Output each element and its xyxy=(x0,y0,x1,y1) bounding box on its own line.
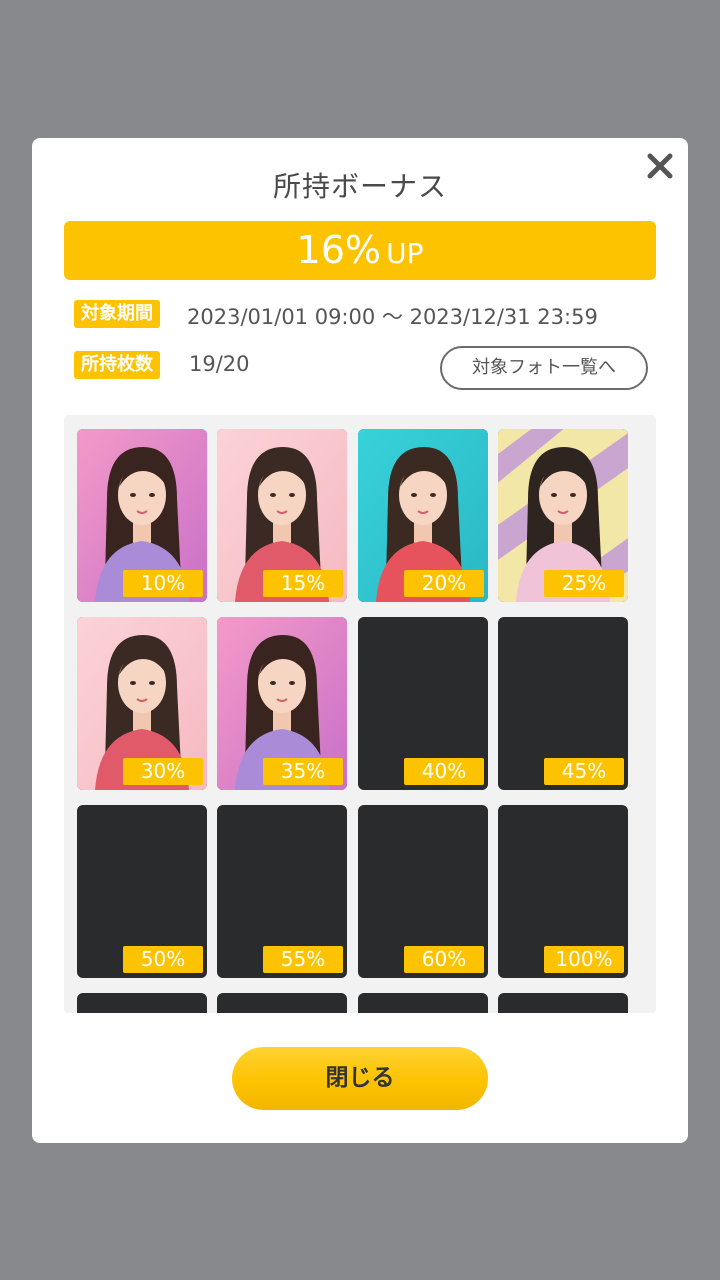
locked-photo-card[interactable] xyxy=(358,993,488,1013)
bonus-badge: 15% xyxy=(263,570,343,597)
bonus-total-bar: 16% UP xyxy=(64,221,656,280)
locked-photo-card[interactable]: 60% xyxy=(358,805,488,978)
period-label: 対象期間 xyxy=(74,300,160,328)
bonus-percent: 16% xyxy=(296,228,381,272)
bonus-badge: 55% xyxy=(263,946,343,973)
period-value: 2023/01/01 09:00 ～ 2023/12/31 23:59 xyxy=(187,305,598,329)
photo-card[interactable]: 20% xyxy=(358,429,488,602)
dialog-title: 所持ボーナス xyxy=(272,170,447,203)
locked-photo-card[interactable]: 55% xyxy=(217,805,347,978)
bonus-dialog: 所持ボーナス 16% UP 対象期間 2023/01/01 09:00 ～ 20… xyxy=(32,138,688,1143)
photo-card[interactable]: 30% xyxy=(77,617,207,790)
bonus-badge: 20% xyxy=(404,570,484,597)
bonus-badge: 45% xyxy=(544,758,624,785)
locked-photo-card[interactable]: 45% xyxy=(498,617,628,790)
count-value: 19/20 xyxy=(189,352,250,376)
photo-grid[interactable]: 10% 15% 20% 25% 30% 35% 40% 45% 50% 55% … xyxy=(64,415,656,1013)
count-label: 所持枚数 xyxy=(74,351,160,379)
close-button[interactable]: 閉じる xyxy=(232,1047,488,1110)
bonus-badge: 35% xyxy=(263,758,343,785)
photo-card[interactable]: 25% xyxy=(498,429,628,602)
locked-photo-card[interactable]: 50% xyxy=(77,805,207,978)
locked-photo-card[interactable] xyxy=(217,993,347,1013)
locked-photo-card[interactable] xyxy=(77,993,207,1013)
photo-list-button[interactable]: 対象フォト一覧へ xyxy=(440,346,648,390)
bonus-badge: 100% xyxy=(544,946,624,973)
bonus-badge: 50% xyxy=(123,946,203,973)
photo-card[interactable]: 35% xyxy=(217,617,347,790)
bonus-suffix: UP xyxy=(386,237,424,270)
bonus-badge: 25% xyxy=(544,570,624,597)
photo-card[interactable]: 15% xyxy=(217,429,347,602)
bonus-badge: 30% xyxy=(123,758,203,785)
photo-card[interactable]: 10% xyxy=(77,429,207,602)
locked-photo-card[interactable] xyxy=(498,993,628,1013)
bonus-badge: 10% xyxy=(123,570,203,597)
close-icon[interactable] xyxy=(644,150,676,182)
locked-photo-card[interactable]: 40% xyxy=(358,617,488,790)
locked-photo-card[interactable]: 100% xyxy=(498,805,628,978)
bonus-badge: 60% xyxy=(404,946,484,973)
bonus-badge: 40% xyxy=(404,758,484,785)
